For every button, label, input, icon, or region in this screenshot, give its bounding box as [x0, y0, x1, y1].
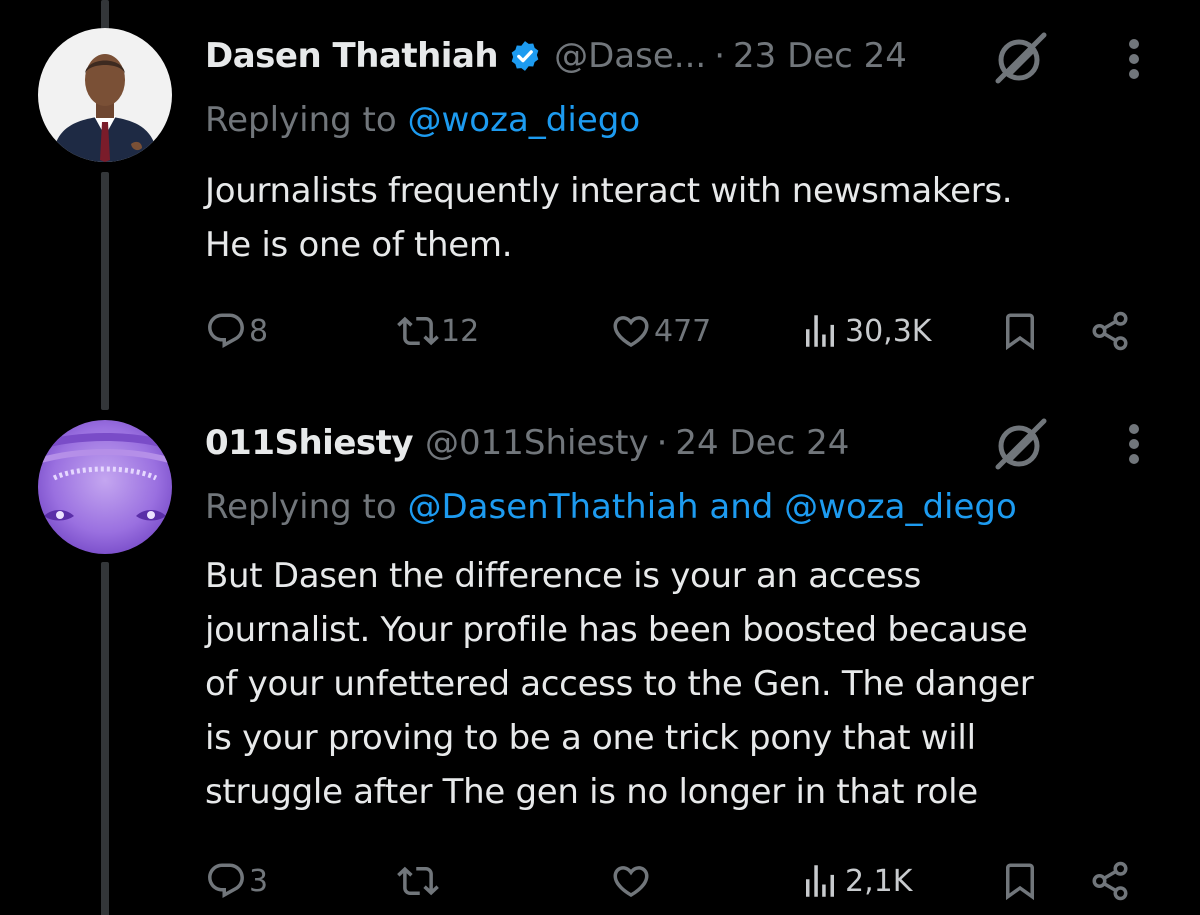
- tweet-text-line: is your proving to be a one trick pony t…: [205, 718, 976, 758]
- separator-dot: ·: [714, 36, 725, 76]
- views-button[interactable]: 2,1K: [799, 856, 912, 906]
- repost-count: 12: [441, 313, 480, 349]
- display-name[interactable]: Dasen Thathiah: [205, 36, 499, 76]
- share-icon: [1092, 311, 1128, 351]
- bookmark-icon: [1006, 313, 1034, 351]
- reply-count: 8: [249, 313, 269, 349]
- views-button[interactable]: 30,3K: [799, 306, 931, 356]
- action-bar: 8 12 477 30,3K: [205, 306, 1145, 356]
- share-button[interactable]: [1089, 306, 1131, 356]
- tweet[interactable]: 011Shiesty @011Shiesty · 24 Dec 24 Reply…: [0, 395, 1200, 915]
- like-icon: [613, 866, 649, 898]
- like-button[interactable]: 477: [610, 306, 711, 356]
- views-icon: [806, 865, 834, 897]
- share-button[interactable]: [1089, 856, 1131, 906]
- reply-thread: Dasen Thathiah @Dase... · 23 Dec 24 Repl…: [0, 0, 1200, 915]
- avatar-image: [38, 28, 172, 162]
- views-count: 30,3K: [845, 313, 932, 349]
- tweet-text-line: But Dasen the difference is your an acce…: [205, 556, 922, 596]
- reply-button[interactable]: 3: [205, 856, 268, 906]
- user-handle[interactable]: @Dase...: [554, 36, 706, 76]
- avatar-image: [38, 420, 172, 554]
- bookmark-icon: [1006, 863, 1034, 901]
- tweet-text-line: journalist. Your profile has been booste…: [205, 610, 1028, 650]
- replying-prefix: Replying to: [205, 487, 397, 527]
- grok-icon[interactable]: [994, 417, 1048, 471]
- tweet-header: Dasen Thathiah @Dase... · 23 Dec 24: [205, 32, 1200, 80]
- repost-button[interactable]: [397, 856, 441, 906]
- bookmark-button[interactable]: [999, 856, 1041, 906]
- tweet-text-line: He is one of them.: [205, 225, 513, 265]
- mention-link[interactable]: @woza_diego: [408, 100, 641, 140]
- tweet-text: Journalists frequently interact with new…: [205, 164, 1165, 272]
- replying-prefix: Replying to: [205, 100, 397, 140]
- like-count: 477: [654, 313, 712, 349]
- tweet-text-line: of your unfettered access to the Gen. Th…: [205, 664, 1034, 704]
- grok-icon[interactable]: [994, 31, 1048, 85]
- views-icon: [806, 315, 834, 347]
- tweet-text-line: Journalists frequently interact with new…: [205, 171, 1013, 211]
- bookmark-button[interactable]: [999, 306, 1041, 356]
- replying-conjunction: and: [709, 487, 774, 527]
- action-bar: 3 2,1K: [205, 856, 1145, 906]
- replying-to: Replying to @DasenThathiah and @woza_die…: [205, 487, 1180, 527]
- tweet-header: 011Shiesty @011Shiesty · 24 Dec 24: [205, 419, 1200, 467]
- tweet-text: But Dasen the difference is your an acce…: [205, 549, 1165, 819]
- more-icon[interactable]: [1126, 417, 1142, 471]
- like-button[interactable]: [610, 856, 654, 906]
- replying-to: Replying to @woza_diego: [205, 100, 1180, 140]
- user-handle[interactable]: @011Shiesty: [425, 423, 649, 463]
- avatar[interactable]: [38, 28, 172, 162]
- mention-link[interactable]: @DasenThathiah: [408, 487, 699, 527]
- repost-button[interactable]: 12: [397, 306, 479, 356]
- more-icon[interactable]: [1126, 32, 1142, 86]
- repost-icon: [397, 316, 439, 346]
- reply-icon: [208, 863, 244, 898]
- tweet-date[interactable]: 23 Dec 24: [733, 36, 907, 76]
- avatar[interactable]: [38, 420, 172, 554]
- tweet-date[interactable]: 24 Dec 24: [675, 423, 849, 463]
- views-count: 2,1K: [845, 863, 913, 899]
- tweet[interactable]: Dasen Thathiah @Dase... · 23 Dec 24 Repl…: [0, 0, 1200, 395]
- share-icon: [1092, 861, 1128, 901]
- repost-icon: [397, 866, 439, 896]
- tweet-text-line: struggle after The gen is no longer in t…: [205, 772, 978, 812]
- reply-count: 3: [249, 863, 269, 899]
- mention-link[interactable]: @woza_diego: [784, 487, 1017, 527]
- verified-badge-icon: [508, 39, 542, 73]
- separator-dot: ·: [656, 423, 668, 463]
- like-icon: [613, 316, 649, 348]
- display-name[interactable]: 011Shiesty: [205, 423, 414, 463]
- reply-button[interactable]: 8: [205, 306, 268, 356]
- reply-icon: [208, 313, 244, 348]
